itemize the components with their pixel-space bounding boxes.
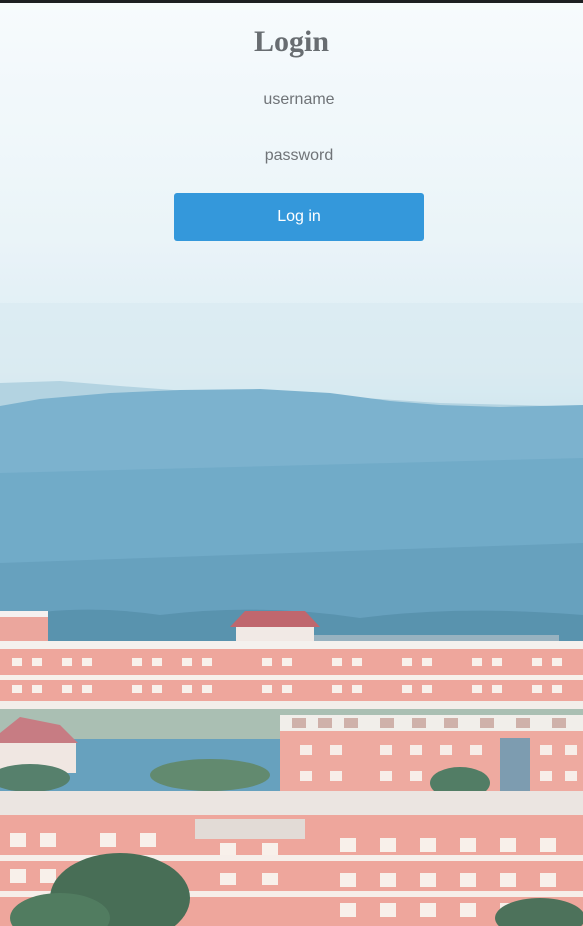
login-title: Login <box>253 25 330 58</box>
username-input[interactable] <box>174 83 424 117</box>
login-button[interactable]: Log in <box>174 193 424 241</box>
password-input[interactable] <box>174 139 424 173</box>
